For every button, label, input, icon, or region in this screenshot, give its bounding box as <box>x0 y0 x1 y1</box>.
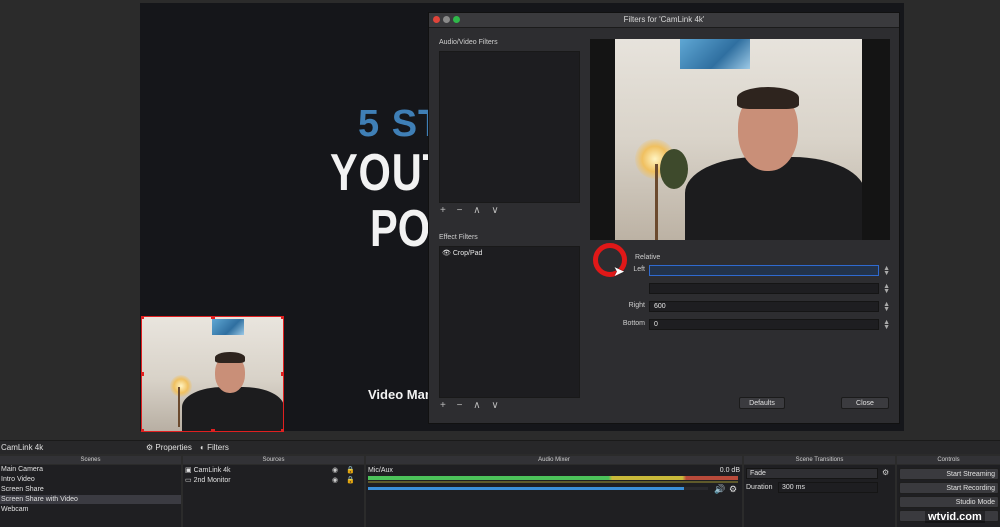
source-item[interactable]: ▭ 2nd Monitor <box>185 476 231 484</box>
av-filters-label: Audio/Video Filters <box>439 39 498 46</box>
resize-handle[interactable] <box>281 317 283 319</box>
duration-label: Duration <box>746 484 773 491</box>
spinner-icon[interactable]: ▲ ▼ <box>883 319 890 331</box>
filters-dialog: Filters for 'CamLink 4k' Audio/Video Fil… <box>428 12 900 424</box>
spinner-icon[interactable]: ▲ ▼ <box>883 265 890 277</box>
source-item[interactable]: ▣ CamLink 4k <box>185 466 231 474</box>
volume-slider[interactable] <box>368 487 708 490</box>
lock-icon[interactable]: 🔒 <box>346 466 355 474</box>
prop-row-left: Left ▲ ▼ <box>595 265 890 277</box>
prop-label-right: Right <box>628 302 645 309</box>
scene-item[interactable]: Webcam <box>0 505 181 514</box>
resize-handle[interactable] <box>281 429 283 431</box>
visibility-eye-icon[interactable]: ◉ <box>332 476 338 484</box>
mixer-channel-name: Mic/Aux <box>368 467 393 474</box>
start-streaming-button[interactable]: Start Streaming <box>899 468 999 480</box>
gear-icon[interactable]: ⚙ <box>729 484 737 495</box>
scenes-header: Scenes <box>0 456 181 464</box>
watermark: wtvid.com <box>925 511 985 523</box>
av-filters-list[interactable] <box>439 51 580 203</box>
prop-row-right: Right 600 ▲ ▼ <box>595 301 890 313</box>
effect-filters-label: Effect Filters <box>439 234 478 241</box>
audio-mixer-header: Audio Mixer <box>366 456 742 464</box>
gear-icon[interactable]: ⚙ <box>882 468 889 477</box>
scenes-list[interactable]: Main Camera Intro Video Screen Share Scr… <box>0 465 181 527</box>
sources-header: Sources <box>183 456 364 464</box>
lamp-light <box>170 375 192 397</box>
prop-label-left: Left <box>633 266 645 273</box>
transitions-panel: Fade ⚙ Duration 300 ms <box>744 465 895 527</box>
right-input[interactable]: 600 ▲ ▼ <box>649 301 890 313</box>
mixer-db-value: 0.0 dB <box>719 467 740 474</box>
defaults-button[interactable]: Defaults <box>739 397 785 409</box>
effect-filters-list[interactable]: 👁 Crop/Pad <box>439 246 580 398</box>
dialog-title: Filters for 'CamLink 4k' <box>623 15 705 24</box>
filters-button[interactable]: ◐ Filters <box>200 443 229 452</box>
monitor-icon: ▭ <box>185 477 192 484</box>
lock-icon[interactable]: 🔒 <box>346 476 355 484</box>
prop-row-bottom: Bottom 0 ▲ ▼ <box>595 319 890 331</box>
scene-item[interactable]: Screen Share <box>0 485 181 494</box>
lamp-stand <box>655 164 658 240</box>
cursor-icon: ➤ <box>613 263 625 279</box>
resize-handle[interactable] <box>281 372 283 376</box>
camera-icon: ▣ <box>185 467 192 474</box>
studio-mode-button[interactable]: Studio Mode <box>899 496 999 508</box>
effect-filters-toolbar[interactable]: + − ∧ ∨ <box>440 400 503 411</box>
sources-list[interactable]: ▣ CamLink 4k ◉ 🔒 ▭ 2nd Monitor ◉ 🔒 <box>183 465 364 527</box>
prop-label-bottom: Bottom <box>622 320 645 327</box>
resize-handle[interactable] <box>142 429 144 431</box>
resize-handle[interactable] <box>211 317 215 319</box>
level-meter <box>368 476 738 480</box>
transition-select[interactable]: Fade <box>746 468 878 479</box>
wall-art <box>212 319 244 335</box>
scene-item-selected[interactable]: Screen Share with Video <box>0 495 181 504</box>
transitions-header: Scene Transitions <box>744 456 895 464</box>
scene-item[interactable]: Intro Video <box>0 475 181 484</box>
properties-button[interactable]: ⚙ Properties <box>146 443 192 452</box>
start-recording-button[interactable]: Start Recording <box>899 482 999 494</box>
filter-icon: ◐ <box>200 443 205 452</box>
source-toolbar: CamLink 4k ⚙ Properties ◐ Filters <box>0 440 1000 454</box>
left-input[interactable]: ▲ ▼ <box>649 265 890 277</box>
person-shirt <box>182 387 283 431</box>
relative-label: Relative <box>635 254 661 261</box>
level-meter-peak <box>368 481 738 483</box>
resize-handle[interactable] <box>142 372 144 376</box>
eye-icon[interactable]: 👁 <box>442 250 451 257</box>
close-button[interactable]: Close <box>841 397 889 409</box>
bottom-input[interactable]: 0 ▲ ▼ <box>649 319 890 331</box>
audio-mixer-panel: Mic/Aux 0.0 dB 🔊 ⚙ <box>366 465 742 527</box>
wall-art <box>680 39 750 69</box>
speaker-icon[interactable]: 🔊 <box>714 484 725 495</box>
plant <box>660 149 688 189</box>
scene-item[interactable]: Main Camera <box>0 465 181 474</box>
spinner-icon[interactable]: ▲ ▼ <box>883 301 890 313</box>
person-hair <box>737 87 799 109</box>
webcam-source-inset[interactable] <box>141 316 284 432</box>
volume-slider-fill <box>368 487 685 490</box>
slide-subtitle: Video Mar <box>368 387 430 402</box>
visibility-eye-icon[interactable]: ◉ <box>332 466 338 474</box>
prop-row-top: ▲ ▼ <box>595 283 890 295</box>
resize-handle[interactable] <box>211 429 215 431</box>
filter-item-crop-pad[interactable]: 👁 Crop/Pad <box>442 249 482 257</box>
person-hair <box>215 352 245 363</box>
av-filters-toolbar[interactable]: + − ∧ ∨ <box>440 205 503 216</box>
camera-frame <box>615 39 862 240</box>
filter-item-label: Crop/Pad <box>452 250 483 257</box>
lamp-stand <box>178 387 180 427</box>
gear-icon: ⚙ <box>146 443 154 452</box>
selected-source-name: CamLink 4k <box>1 443 44 452</box>
controls-header: Controls <box>897 456 1000 464</box>
top-input[interactable]: ▲ ▼ <box>649 283 890 295</box>
duration-input[interactable]: 300 ms <box>778 482 878 493</box>
filter-preview <box>590 39 890 240</box>
slide-title-line3: PO <box>370 200 431 258</box>
spinner-icon[interactable]: ▲ ▼ <box>883 283 890 295</box>
resize-handle[interactable] <box>142 317 144 319</box>
dialog-titlebar[interactable]: Filters for 'CamLink 4k' <box>429 13 899 28</box>
